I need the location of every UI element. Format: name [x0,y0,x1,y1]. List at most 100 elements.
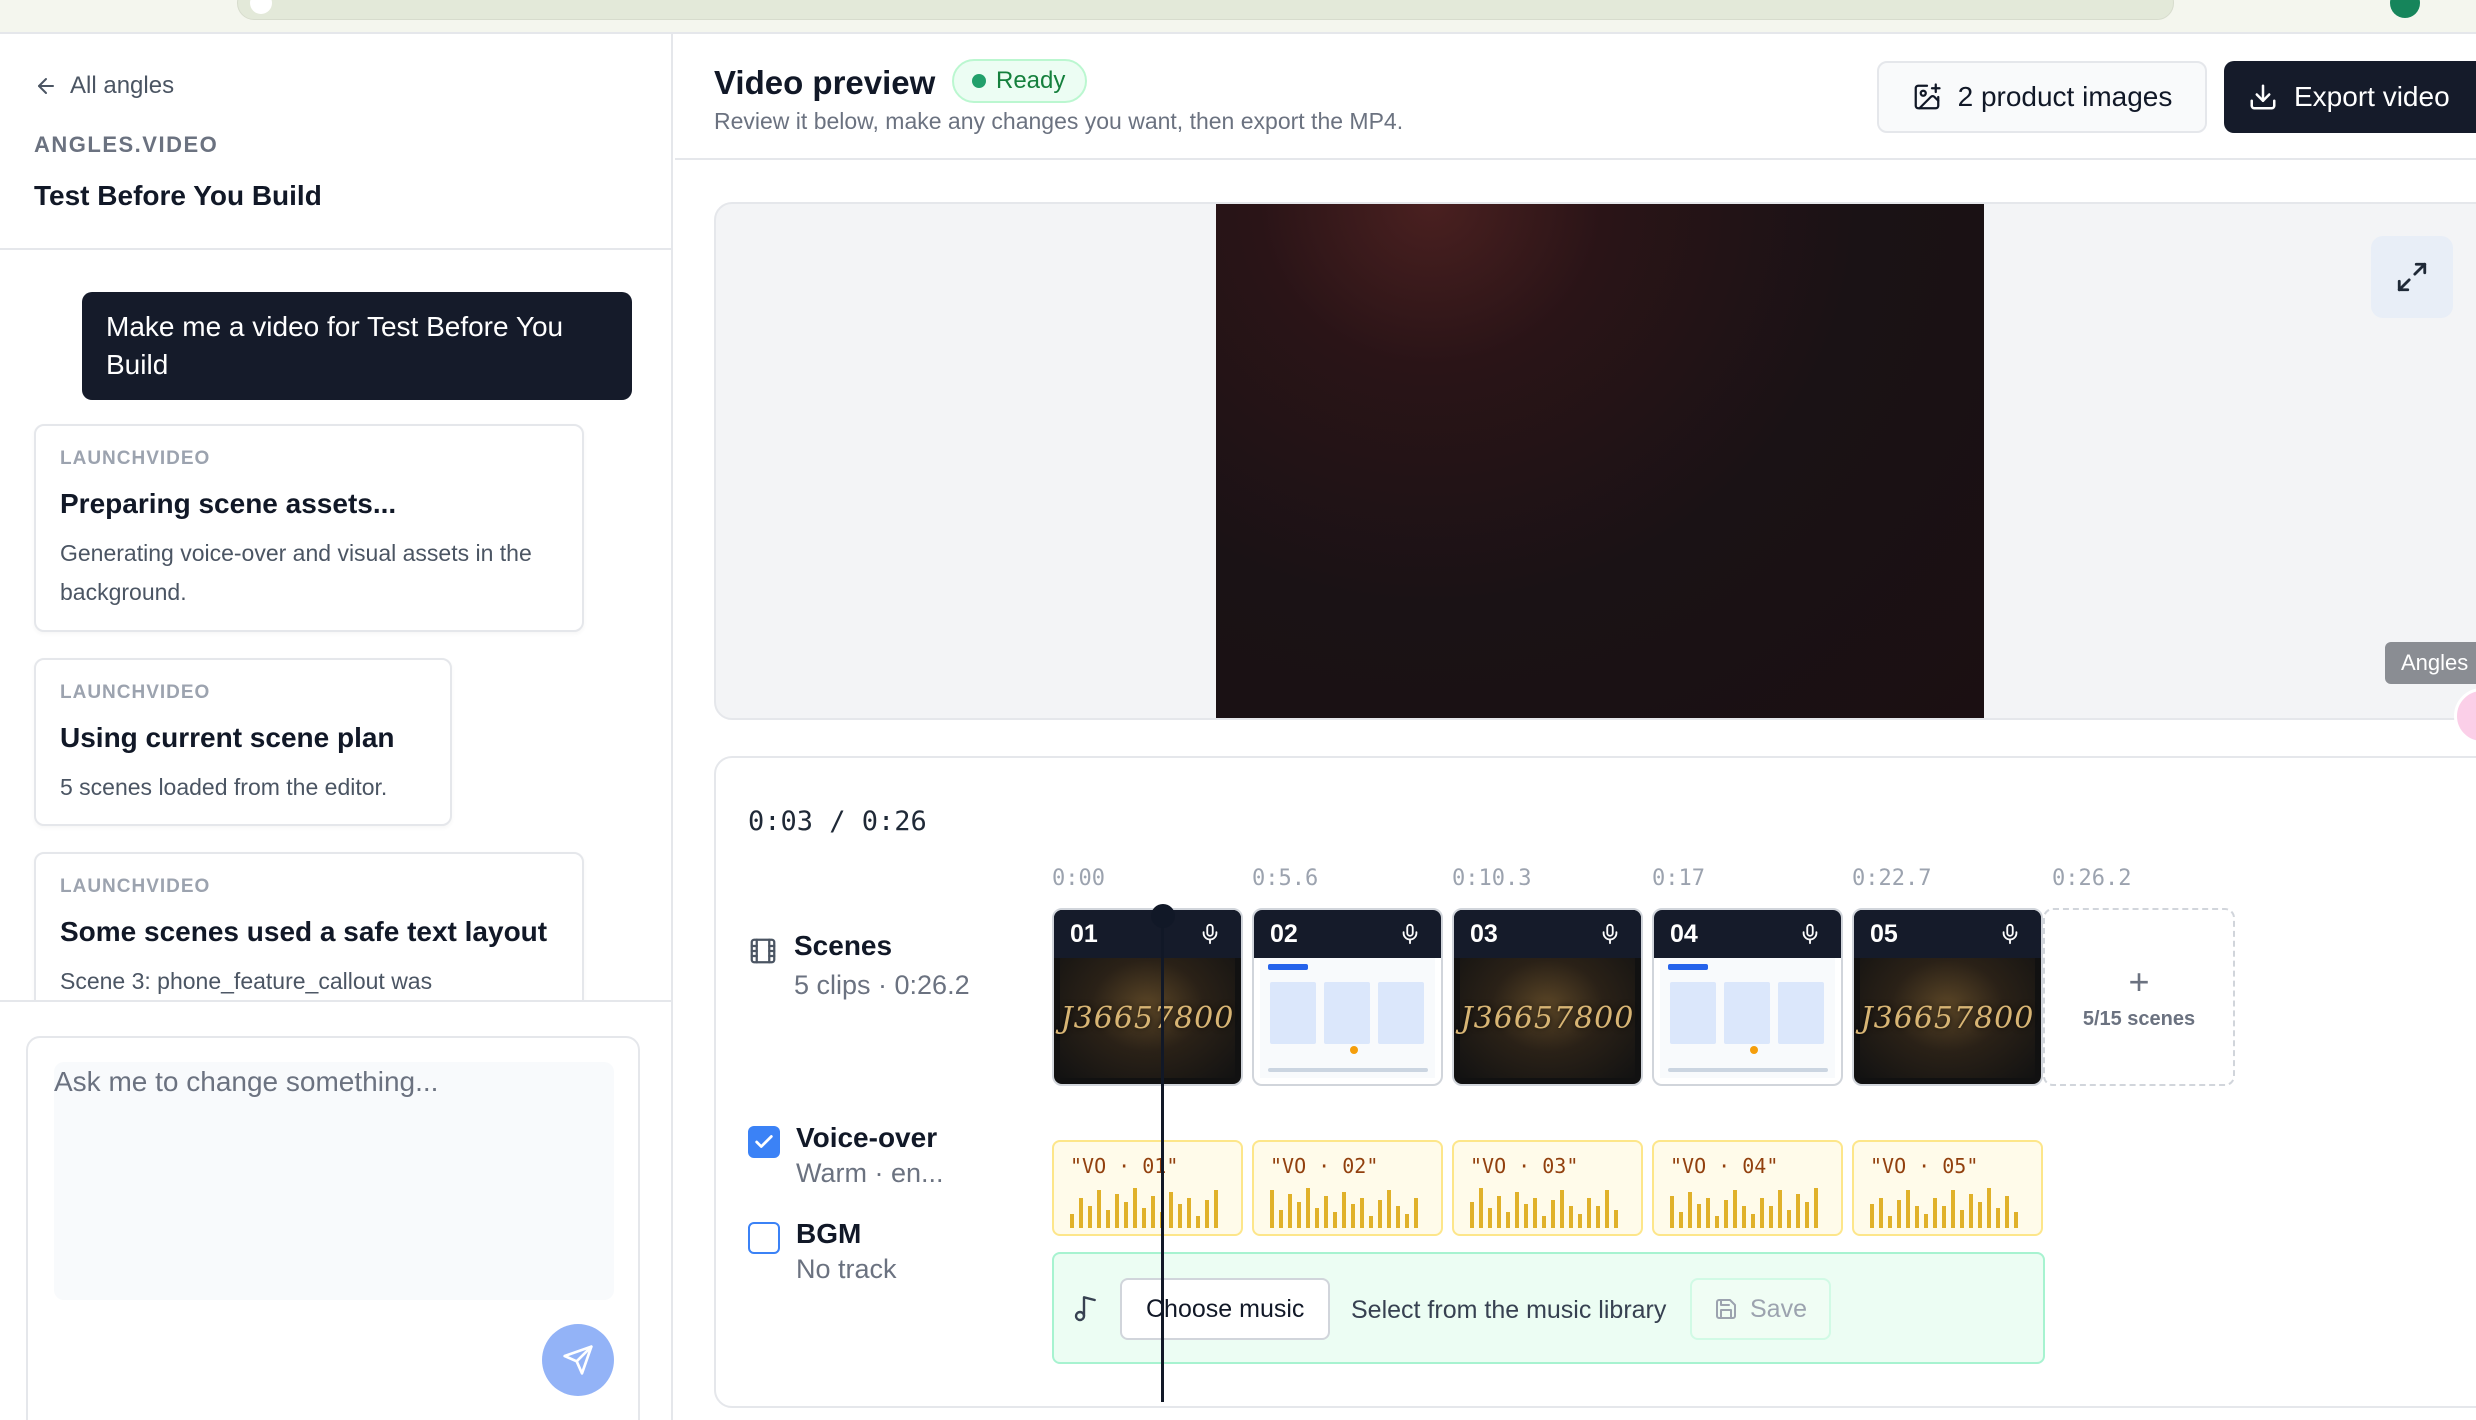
waveform-bar [1733,1190,1737,1228]
ruler-tick: 0:5.6 [1252,866,1319,891]
waveform-bar [1578,1214,1582,1228]
scene-number: 05 [1870,919,1898,948]
waveform [1270,1184,1418,1228]
main-panel: Video preview Ready Review it below, mak… [675,34,2476,1420]
page-subtitle: Review it below, make any changes you wa… [714,108,1404,134]
ruler-tick: 0:10.3 [1452,866,1532,891]
sidebar-header: All angles ANGLES.VIDEO Test Before You … [0,34,671,250]
music-note-icon [1074,1296,1096,1322]
image-plus-icon [1914,83,1941,110]
waveform-bar [1614,1210,1618,1228]
voiceover-clip[interactable]: "VO · 03" [1452,1140,1643,1236]
fullscreen-button[interactable] [2371,236,2453,318]
product-images-button[interactable]: 2 product images [1877,61,2207,133]
waveform-bar [1187,1198,1191,1228]
playhead-handle[interactable] [1151,904,1175,928]
waveform-bar [1888,1216,1892,1228]
waveform-bar [2014,1212,2018,1228]
bgm-track-label: BGM No track [748,1218,897,1285]
chat-input[interactable] [54,1062,614,1300]
voiceover-track-label: Voice-over Warm · en... [748,1122,944,1189]
waveform-bar [1488,1208,1492,1228]
scene-clip[interactable]: 01 J36657800 [1052,908,1243,1086]
waveform-bar [1942,1206,1946,1228]
waveform-bar [1670,1196,1674,1228]
card-title: Using current scene plan [60,722,395,753]
voiceover-clip[interactable]: "VO · 01" [1052,1140,1243,1236]
scene-thumbnail: J36657800 [1460,958,1635,1078]
voiceover-clip[interactable]: "VO · 05" [1852,1140,2043,1236]
address-bar[interactable] [237,0,2174,20]
status-badge: Ready [952,59,1088,103]
waveform-bar [1879,1198,1883,1228]
bgm-track-sub: No track [796,1254,897,1284]
choose-music-button[interactable]: Choose music [1120,1278,1331,1340]
scenes-track-label: Scenes 5 clips · 0:26.2 [748,930,970,1001]
bgm-lane: Choose music Select from the music libra… [1052,1252,2045,1364]
waveform-bar [1724,1200,1728,1228]
waveform-bar [1214,1190,1218,1228]
add-scene-button[interactable]: + 5/15 scenes [2043,908,2235,1086]
voiceover-clip[interactable]: "VO · 04" [1652,1140,1843,1236]
waveform-bar [1769,1206,1773,1228]
waveform-bar [1351,1204,1355,1228]
voiceover-clip-label: "VO · 05" [1870,1154,1979,1178]
mic-icon[interactable] [1399,923,1421,945]
waveform-bar [1796,1194,1800,1228]
waveform-bar [1133,1188,1137,1228]
mic-icon[interactable] [1199,923,1221,945]
scene-thumbnail-text: J36657800 [1460,1000,1635,1036]
waveform-bar [1569,1206,1573,1228]
scene-clip[interactable]: 04 [1652,908,1843,1086]
waveform-bar [1097,1190,1101,1228]
back-link[interactable]: All angles [34,72,174,100]
waveform-bar [1369,1216,1373,1228]
waveform-bar [1542,1216,1546,1228]
waveform-bar [1387,1190,1391,1228]
video-preview-area: Angles [714,202,2476,720]
waveform-bar [1479,1188,1483,1228]
sidebar: All angles ANGLES.VIDEO Test Before You … [0,34,673,1420]
waveform-bar [1360,1198,1364,1228]
waveform-bar [1915,1206,1919,1228]
avatar[interactable] [2390,0,2420,18]
ruler-tick: 0:00 [1052,866,1105,891]
export-video-button[interactable]: Export video [2224,61,2476,133]
back-link-label: All angles [70,72,175,99]
waveform [1870,1184,2018,1228]
waveform-bar [1814,1188,1818,1228]
status-dot [972,74,986,88]
playhead[interactable] [1161,906,1164,1402]
video-player[interactable] [1216,204,1984,718]
waveform-bar [1270,1190,1274,1228]
voiceover-checkbox[interactable] [748,1126,780,1158]
save-music-button[interactable]: Save [1690,1278,1831,1340]
timeline-panel: 0:03 / 0:26 0:00 0:5.6 0:10.3 0:17 0:22.… [714,756,2476,1408]
composer-area [0,1000,671,1420]
scene-header: 04 [1654,910,1841,958]
scene-clip[interactable]: 05 J36657800 [1852,908,2043,1086]
chat-thread[interactable]: Make me a video for Test Before You Buil… [0,252,671,1000]
mic-icon[interactable] [1999,923,2021,945]
scene-clip[interactable]: 02 [1252,908,1443,1086]
waveform-bar [1987,1188,1991,1228]
waveform-bar [1497,1196,1501,1228]
send-icon [563,1345,593,1375]
bgm-checkbox[interactable] [748,1222,780,1254]
waveform-bar [1906,1190,1910,1228]
mic-icon[interactable] [1799,923,1821,945]
scene-clip[interactable]: 03 J36657800 [1452,908,1643,1086]
mic-icon[interactable] [1599,923,1621,945]
waveform-bar [1805,1202,1809,1228]
waveform-bar [1715,1216,1719,1228]
waveform-bar [1324,1196,1328,1228]
scene-count: 5/15 scenes [2082,1007,2196,1030]
scene-header: 03 [1454,910,1641,958]
waveform-bar [1706,1198,1710,1228]
voiceover-clip[interactable]: "VO · 02" [1252,1140,1443,1236]
send-button[interactable] [542,1324,614,1396]
waveform-bar [1378,1200,1382,1228]
save-icon [1716,1299,1736,1319]
scene-thumbnail [1660,958,1835,1078]
waveform-bar [1342,1192,1346,1228]
